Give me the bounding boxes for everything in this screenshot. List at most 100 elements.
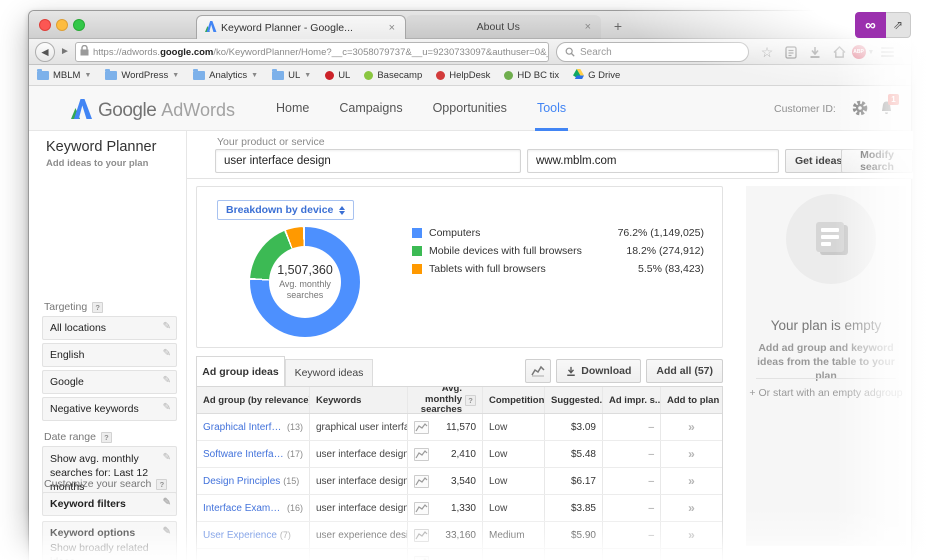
nav-campaigns[interactable]: Campaigns	[339, 101, 402, 115]
notifications-bell[interactable]: 1	[879, 94, 899, 121]
gear-icon[interactable]	[852, 100, 868, 121]
downloads-icon[interactable]	[803, 42, 827, 62]
add-to-plan-button[interactable]: »	[660, 441, 722, 467]
add-to-plan-button[interactable]: »	[660, 414, 722, 440]
adwords-header: Google AdWords Home Campaigns Opportunit…	[29, 86, 911, 131]
edit-pencil-icon[interactable]: ✎	[163, 451, 171, 465]
minimize-window-button[interactable]	[56, 19, 68, 31]
col-keywords[interactable]: Keywords	[309, 387, 407, 413]
bookmark-g-drive[interactable]: G Drive	[573, 68, 620, 82]
donut-center-label: Avg. monthly searches	[279, 278, 331, 300]
bookmarks-menu-icon[interactable]	[779, 42, 803, 62]
mini-trend-icon[interactable]	[414, 474, 429, 488]
col-adgroup[interactable]: Ad group (by relevance)	[197, 387, 309, 413]
site-icon	[436, 70, 446, 80]
download-button[interactable]: Download	[556, 359, 642, 383]
edit-pencil-icon[interactable]: ✎	[163, 497, 171, 508]
col-searches[interactable]: Avg. monthly searches?	[407, 387, 482, 413]
mini-trend-icon[interactable]	[414, 447, 429, 461]
add-to-plan-button[interactable]: »	[660, 468, 722, 494]
tab-title: About Us	[476, 21, 520, 33]
start-empty-adgroup-link[interactable]: + Or start with an empty adgroup	[746, 387, 906, 399]
close-window-button[interactable]	[39, 19, 51, 31]
forward-button[interactable]: ►	[57, 45, 73, 59]
help-icon[interactable]: ?	[156, 478, 168, 490]
mini-trend-icon[interactable]	[414, 555, 429, 560]
new-tab-button[interactable]: +	[606, 17, 630, 37]
edit-pencil-icon[interactable]: ✎	[163, 348, 171, 359]
bookmark-folder-mblm[interactable]: MBLM ▼	[37, 68, 91, 81]
nav-home[interactable]: Home	[276, 101, 309, 115]
bookmark-basecamp[interactable]: Basecamp	[364, 70, 422, 81]
bookmark-folder-ul[interactable]: UL ▼	[272, 68, 311, 81]
tab-ad-group-ideas[interactable]: Ad group ideas	[196, 356, 285, 386]
mini-trend-icon[interactable]	[414, 528, 429, 542]
nav-opportunities[interactable]: Opportunities	[433, 101, 507, 115]
add-to-plan-button[interactable]: »	[660, 522, 722, 548]
tab-close-icon[interactable]: ×	[387, 22, 397, 34]
mini-trend-icon[interactable]	[414, 420, 429, 434]
add-to-plan-button[interactable]: »	[660, 495, 722, 521]
browser-tab-about-us[interactable]: About Us ×	[406, 15, 601, 39]
edit-pencil-icon[interactable]: ✎	[163, 402, 171, 413]
col-ad-impr-share[interactable]: Ad impr. s...?	[602, 387, 660, 413]
url-domain: google.com	[160, 46, 214, 58]
mini-trend-icon[interactable]	[414, 501, 429, 515]
targeting-negative-keywords[interactable]: Negative keywords ✎	[42, 397, 177, 421]
help-icon[interactable]: ?	[92, 301, 104, 313]
bookmark-folder-analytics[interactable]: Analytics ▼	[193, 68, 258, 81]
browser-tab-keyword-planner[interactable]: Keyword Planner - Google... ×	[196, 15, 406, 39]
col-suggested-bid[interactable]: Suggested...?	[544, 387, 602, 413]
folder-icon	[105, 68, 118, 80]
bookmark-folder-wordpress[interactable]: WordPress ▼	[105, 68, 179, 81]
edit-pencil-icon[interactable]: ✎	[163, 321, 171, 332]
col-competition[interactable]: Competition?	[482, 387, 544, 413]
customer-id-label: Customer ID:	[774, 103, 836, 115]
home-icon[interactable]	[827, 42, 851, 62]
zoom-window-button[interactable]	[73, 19, 85, 31]
edit-pencil-icon[interactable]: ✎	[163, 375, 171, 386]
breakdown-dropdown[interactable]: Breakdown by device	[217, 200, 355, 220]
adwords-logo[interactable]: Google AdWords	[71, 96, 235, 122]
screenshot-canvas: Keyword Planner - Google... × About Us ×…	[0, 0, 940, 560]
document-stack-icon	[816, 222, 848, 256]
bookmark-ul[interactable]: UL	[325, 70, 350, 81]
capture-app-icon[interactable]: ∞	[855, 12, 886, 38]
ad-group-link[interactable]: Design Principles	[203, 476, 280, 487]
legend-swatch	[412, 228, 422, 238]
bookmark-hd-bc-tix[interactable]: HD BC tix	[504, 70, 559, 81]
url-bar[interactable]: https://adwords. google.com/ko/KeywordPla…	[75, 42, 549, 62]
keyword-filters-box[interactable]: Keyword filters ✎	[42, 492, 177, 516]
bookmark-star-icon[interactable]: ☆	[755, 42, 779, 62]
device-donut-chart: 1,507,360 Avg. monthly searches	[250, 227, 360, 337]
ad-group-link[interactable]: User Experience	[203, 530, 277, 541]
tab-close-icon[interactable]: ×	[583, 21, 593, 33]
help-icon[interactable]: ?	[100, 431, 112, 443]
ad-group-link[interactable]: Interface Examples	[203, 503, 284, 514]
add-all-button[interactable]: Add all (57)	[646, 359, 723, 383]
customize-search-label: Customize your search?	[44, 478, 168, 490]
adblock-icon[interactable]: ABP ▼	[851, 42, 875, 62]
landing-page-input[interactable]	[527, 149, 779, 173]
menu-icon[interactable]	[875, 42, 899, 62]
keyword-input[interactable]	[215, 149, 521, 173]
screen-capture-widget[interactable]: ∞ ⇗	[855, 12, 911, 38]
nav-tools[interactable]: Tools	[534, 101, 569, 131]
keyword-options-box[interactable]: Keyword options✎ Show broadly related id…	[42, 521, 177, 560]
trend-chart-button[interactable]	[525, 359, 552, 383]
bookmark-helpdesk[interactable]: HelpDesk	[436, 70, 490, 81]
targeting-language[interactable]: English ✎	[42, 343, 177, 367]
help-icon[interactable]: ?	[465, 394, 476, 406]
expand-icon[interactable]: ⇗	[886, 12, 911, 38]
ad-group-link[interactable]: Graphical Interface	[203, 422, 284, 433]
tab-keyword-ideas[interactable]: Keyword ideas	[285, 359, 373, 386]
targeting-network[interactable]: Google ✎	[42, 370, 177, 394]
add-to-plan-button[interactable]	[660, 549, 722, 560]
targeting-locations[interactable]: All locations ✎	[42, 316, 177, 340]
back-button[interactable]: ◄	[35, 42, 55, 62]
legend-item-tablets: Tablets with full browsers 5.5% (83,423)	[412, 260, 704, 278]
modify-search-button[interactable]: Modify search	[841, 149, 913, 173]
browser-search-field[interactable]: Search	[556, 42, 749, 62]
ad-group-link[interactable]: Software Interface	[203, 449, 284, 460]
edit-pencil-icon[interactable]: ✎	[163, 526, 171, 537]
